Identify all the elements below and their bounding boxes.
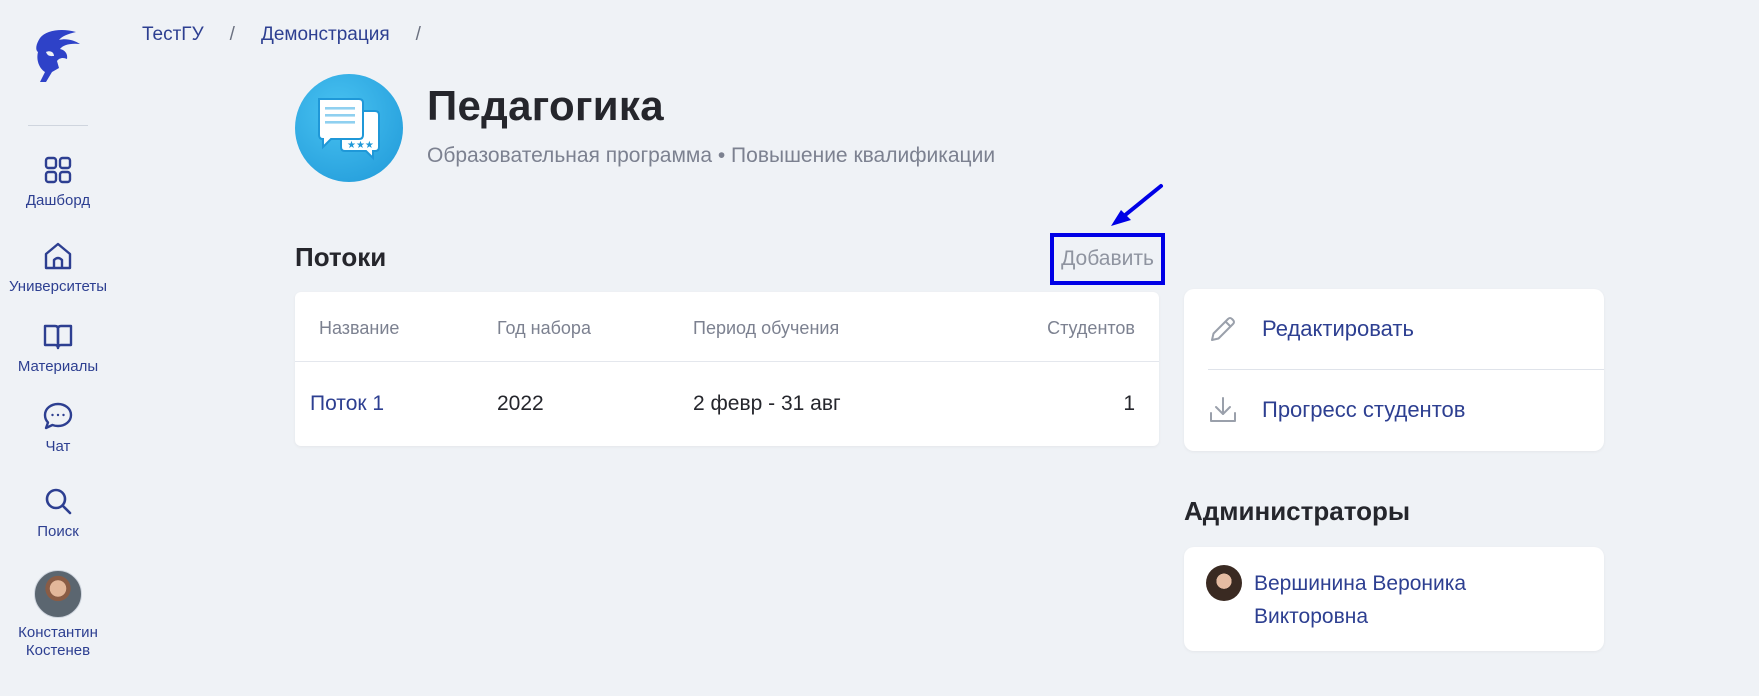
edit-button[interactable]: Редактировать — [1208, 289, 1604, 369]
nav-label: Университеты — [8, 278, 108, 295]
admin-avatar — [1206, 565, 1242, 601]
user-first-name: Константин — [18, 624, 98, 641]
column-header-period[interactable]: Период обучения — [693, 318, 839, 339]
nav-label: Материалы — [17, 358, 99, 375]
book-icon — [43, 324, 73, 350]
chat-icon — [43, 402, 73, 430]
student-progress-label: Прогресс студентов — [1262, 397, 1466, 422]
edit-label: Редактировать — [1262, 316, 1414, 341]
download-icon — [1210, 397, 1236, 422]
user-last-name: Костенев — [25, 642, 91, 659]
annotation-arrow-icon — [1111, 184, 1163, 226]
stream-name-link[interactable]: Поток 1 — [310, 392, 384, 416]
column-header-name[interactable]: Название — [319, 318, 399, 339]
program-icon: ★★★ — [295, 74, 403, 182]
user-avatar — [34, 570, 82, 618]
breadcrumb: ТестГУ / Демонстрация / — [142, 24, 447, 46]
student-progress-button[interactable]: Прогресс студентов — [1208, 370, 1604, 450]
stream-students-count: 1 — [1123, 392, 1135, 415]
streams-table: Название Год набора Период обучения Студ… — [295, 292, 1159, 446]
breadcrumb-item-demo[interactable]: Демонстрация — [261, 24, 390, 46]
nav-label: Чат — [45, 438, 71, 455]
nav-item-profile[interactable]: Константин Костенев — [0, 570, 116, 660]
column-header-students[interactable]: Студентов — [1047, 318, 1135, 339]
nav-item-dashboard[interactable]: Дашборд — [0, 154, 116, 210]
page-title: Педагогика — [427, 82, 664, 129]
admin-name-link[interactable]: Вершинина Вероника Викторовна — [1254, 567, 1554, 633]
add-stream-button[interactable]: Добавить — [1050, 233, 1165, 285]
pencil-icon — [1211, 317, 1235, 341]
page: Дашборд Университеты Материалы Чат Поиск… — [0, 0, 1759, 696]
nav-item-materials[interactable]: Материалы — [0, 320, 116, 376]
table-header: Название Год набора Период обучения Студ… — [295, 292, 1159, 362]
admins-card: Вершинина Вероника Викторовна — [1184, 547, 1604, 651]
nav-label: Поиск — [37, 523, 79, 540]
sidebar-divider — [28, 125, 88, 126]
page-subtitle: Образовательная программа • Повышение кв… — [427, 144, 996, 167]
nav-item-search[interactable]: Поиск — [0, 485, 116, 541]
streams-title: Потоки — [295, 242, 387, 272]
building-icon — [44, 242, 72, 270]
sidebar: Дашборд Университеты Материалы Чат Поиск… — [0, 0, 116, 696]
column-header-year[interactable]: Год набора — [497, 318, 591, 339]
nav-label: Дашборд — [25, 192, 91, 209]
breadcrumb-separator: / — [229, 24, 235, 45]
nav-item-chat[interactable]: Чат — [0, 400, 116, 456]
breadcrumb-separator: / — [415, 24, 421, 45]
nav-item-universities[interactable]: Университеты — [0, 240, 116, 296]
search-icon — [45, 488, 72, 515]
chat-bubbles-icon: ★★★ — [318, 98, 380, 161]
stream-period: 2 февр - 31 авг — [693, 392, 841, 415]
admins-title: Администраторы — [1184, 496, 1411, 526]
grid-icon — [44, 156, 72, 184]
logo-icon[interactable] — [32, 28, 84, 82]
actions-card: Редактировать Прогресс студентов — [1184, 289, 1604, 451]
stream-year: 2022 — [497, 392, 544, 415]
svg-text:★★★: ★★★ — [347, 140, 374, 151]
breadcrumb-item-university[interactable]: ТестГУ — [142, 24, 204, 46]
